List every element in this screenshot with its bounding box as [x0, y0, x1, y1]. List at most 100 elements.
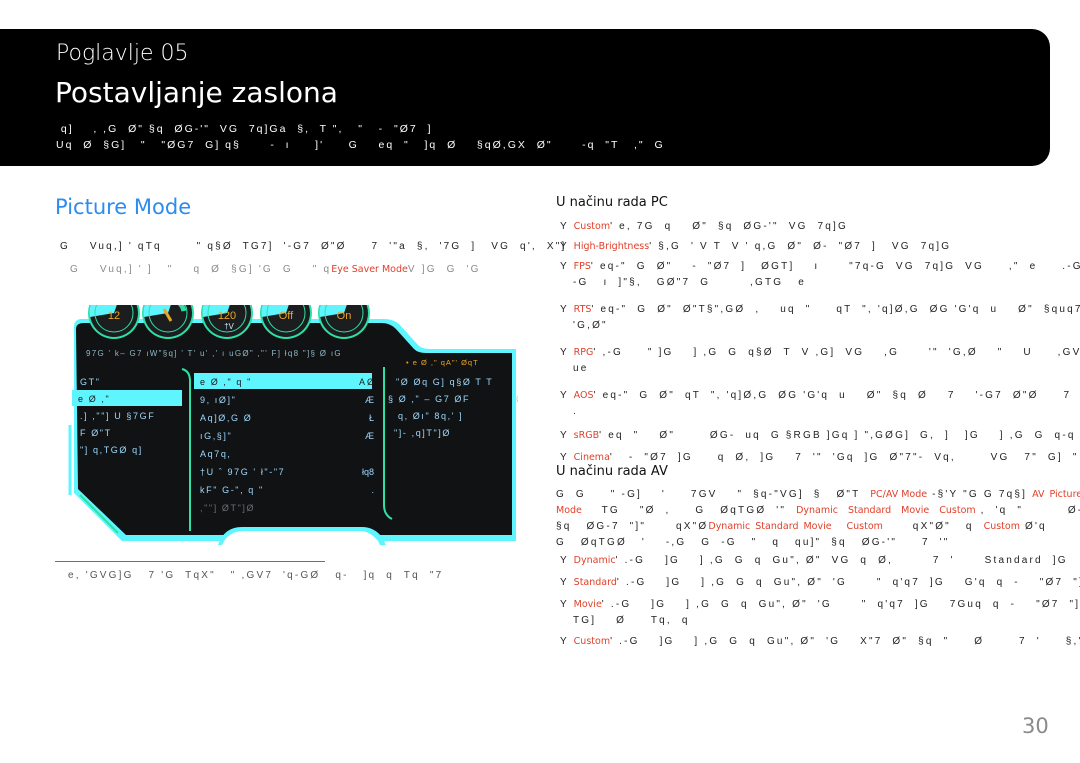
mode-name: RTS	[573, 304, 592, 315]
osd-description-line: § Ø ," – G7 ØF	[388, 394, 470, 404]
osd-submenu-item[interactable]: Aq7q,	[200, 449, 232, 459]
mode-description: ' §,G ' V T V ' q,G Ø" Ø- "Ø7 ] VG 7q]G	[649, 241, 952, 252]
footnote-divider	[55, 561, 325, 562]
dial-value: 12	[108, 310, 120, 322]
intro-note-text: G Vuq,] ' ] " q Ø §G] 'G G " q	[60, 264, 332, 275]
osd-menu-item[interactable]: F Ø"T	[80, 428, 112, 438]
footnote: e, 'GVG]G 7 'G TqX" " ,GV7 'q-GØ q- ]q q…	[68, 570, 444, 581]
bullet-icon: Y	[560, 599, 574, 610]
av-intro-text: Ø'q	[1019, 521, 1047, 532]
osd-description-line: "]- ,q]T"]Ø	[394, 428, 451, 438]
highlight-term: Dynamic	[796, 505, 838, 516]
mode-name: Movie	[573, 599, 602, 610]
mode-item: Y Custom' e, 7G q Ø" §q ØG-'" VG 7q]G	[560, 221, 848, 232]
mode-name: Standard	[573, 577, 617, 588]
highlight-term: AV	[1032, 489, 1045, 500]
av-intro-text: qX"Ø" q	[882, 521, 984, 532]
av-intro-text: -§'Y "G G 7q§]	[927, 489, 1033, 500]
page-number: 30	[1022, 714, 1049, 738]
mode-description: ue	[573, 363, 589, 374]
av-intro-line: §q ØG-7 "]" qX"ØDynamic Standard Movie C…	[556, 521, 1047, 532]
mode-item: Y AOS' eq-" G Ø" qT ", 'q]Ø,G ØG 'G'q u …	[560, 390, 1080, 401]
osd-status: • e Ø ," qA"' ØqT	[406, 358, 479, 367]
bullet-icon: Y	[560, 221, 574, 232]
osd-submenu-item[interactable]: ,""] ØT"]Ø	[200, 503, 255, 513]
av-intro-text	[891, 505, 901, 516]
mode-item-continuation: -G ı ]"§, GØ"7 G ,GTG e	[573, 277, 806, 288]
mode-item: Y RPG' ,-G " ]G ] ,G G q§Ø T V ,G] VG ,G…	[560, 347, 1080, 358]
osd-submenu-label: e Ø ," q "	[200, 377, 252, 387]
mode-name: Cinema	[573, 452, 610, 463]
eye-saver-mode-link[interactable]: Eye Saver Mode	[331, 264, 408, 275]
bullet-icon: Y	[560, 390, 574, 401]
mode-description: ' .-G ]G ] ,G G q Gu", Ø" VG q Ø, 7 ' St…	[615, 555, 1068, 566]
highlight-term: Custom	[983, 521, 1020, 532]
osd-submenu-label: ıG,§]"	[200, 431, 232, 441]
intro-note-text-end: V ]G G 'G	[407, 264, 481, 275]
highlight-term: Custom	[846, 521, 883, 532]
dial-value: Off	[279, 310, 294, 322]
mode-name: Custom	[573, 636, 611, 647]
mode-description: ' eq-" G Ø" qT ", 'q]Ø,G ØG 'G'q u Ø" §q…	[593, 390, 1080, 401]
mode-item-continuation: 'G,Ø"	[573, 320, 608, 331]
mode-description: ' - "Ø7 ]G q Ø, ]G 7 '" 'Gq ]G Ø"7"- Vq,…	[609, 452, 1079, 463]
osd-menu-item[interactable]: "] q,TGØ q]	[80, 445, 143, 455]
osd-menu-item[interactable]: .] ,""] U §7GF	[80, 411, 155, 421]
mode-item: Y Cinema' - "Ø7 ]G q Ø, ]G 7 '" 'Gq ]G Ø…	[560, 452, 1080, 463]
dial-value: 120	[218, 310, 236, 322]
osd-submenu-label: 9, ıØ]"	[200, 395, 236, 405]
mode-item: Y FPS' eq-" G Ø" - "Ø7 ] ØGT] ı "7q-G VG…	[560, 261, 1080, 272]
highlight-term: Picture	[1049, 489, 1080, 500]
av-intro-line: Mode TG "Ø , G ØqTGØ '" Dynamic Standard…	[556, 505, 1080, 516]
osd-submenu-value: Æ	[365, 431, 374, 441]
mode-description: 'G,Ø"	[573, 320, 608, 331]
highlight-term: Standard	[847, 505, 892, 516]
osd-submenu-label: kF" G-", q "	[200, 485, 264, 495]
bullet-icon: Y	[560, 261, 574, 272]
av-intro-text: G ØqTGØ ' -,G G -G " q qu]" §q ØG-'" 7 '…	[556, 537, 950, 548]
mode-item: Y sRGB' eq " Ø" ØG- uq G §RGB ]Gq ] ",GØ…	[560, 430, 1080, 441]
mode-name: Custom	[573, 221, 611, 232]
mode-item: Y RTS' eq-" G Ø" Ø"T§",GØ , uq " qT ", '…	[560, 304, 1080, 315]
mode-description: ' .-G ]G ] ,G G q Gu", Ø" 'G " q'q7 ]G 7…	[601, 599, 1080, 610]
bullet-icon: Y	[560, 636, 574, 647]
mode-name: RPG	[573, 347, 594, 358]
osd-submenu-value: Ł	[369, 413, 374, 423]
mode-item-continuation: ue	[573, 363, 589, 374]
osd-dial-labels: 97G ' k– G7 ıW"§q] ' T' u' ,' ı uGØ" ,"'…	[86, 349, 342, 358]
av-intro-text: §q ØG-7 "]" qX"Ø	[556, 521, 709, 532]
osd-bottom-notch-inner	[222, 531, 380, 545]
mode-name: Dynamic	[573, 555, 616, 566]
mode-name: sRGB	[573, 430, 600, 441]
bullet-icon: Y	[560, 347, 574, 358]
banner-text-line-2: Uq Ø §G] " "ØG7 G] q§ - ı ]' G eq " ]q Ø…	[56, 139, 665, 151]
mode-item-continuation: .	[573, 406, 578, 417]
mode-description: .	[573, 406, 578, 417]
osd-description-line: q, Øı" 8q,' ]	[398, 411, 463, 421]
mode-description: TG] Ø Tq, q	[573, 615, 690, 626]
mode-item: Y Movie' .-G ]G ] ,G G q Gu", Ø" 'G " q'…	[560, 599, 1080, 610]
banner-text-line-1: q] , ,G Ø" §q ØG-'" VG 7q]Ga §, T ", " -…	[56, 123, 433, 135]
osd-submenu-value: łq8	[362, 467, 374, 477]
osd-menu-item[interactable]: e Ø ,"	[72, 390, 182, 406]
highlight-term: Movie	[803, 521, 832, 532]
mode-description: ' e, 7G q Ø" §q ØG-'" VG 7q]G	[610, 221, 849, 232]
osd-submenu-label: Aq]Ø,G Ø	[200, 413, 252, 423]
av-intro-text	[832, 521, 847, 532]
highlight-term: PC/AV Mode	[870, 489, 928, 500]
osd-menu-item[interactable]: GT"	[80, 377, 101, 387]
highlight-term: Movie	[901, 505, 930, 516]
pc-mode-title: U načinu rada PC	[556, 195, 668, 210]
av-intro-text: TG "Ø , G ØqTGØ '"	[581, 505, 797, 516]
osd-menu-label: GT"	[80, 377, 101, 387]
page-title: Postavljanje zaslona	[55, 76, 338, 109]
osd-submenu-value: A Ø	[359, 377, 374, 387]
osd-submenu-item[interactable]: e Ø ," q " A Ø	[194, 373, 374, 389]
bullet-icon: Y	[560, 555, 574, 566]
intro-text: G Vuq,] ' qTq " q§Ø TG7] '-G7 Ø"Ø 7 '"a …	[60, 241, 567, 252]
highlight-term: Standard	[755, 521, 799, 532]
av-intro-line: G G " -G] ' 7GV " §q-"VG] § Ø"T PC/AV Mo…	[556, 489, 1080, 500]
osd-menu-label: e Ø ,"	[78, 394, 110, 404]
mode-description: ' eq-" G Ø" Ø"T§",GØ , uq " qT ", 'q]Ø,G…	[591, 304, 1080, 315]
osd-submenu-value: Æ	[365, 395, 374, 405]
